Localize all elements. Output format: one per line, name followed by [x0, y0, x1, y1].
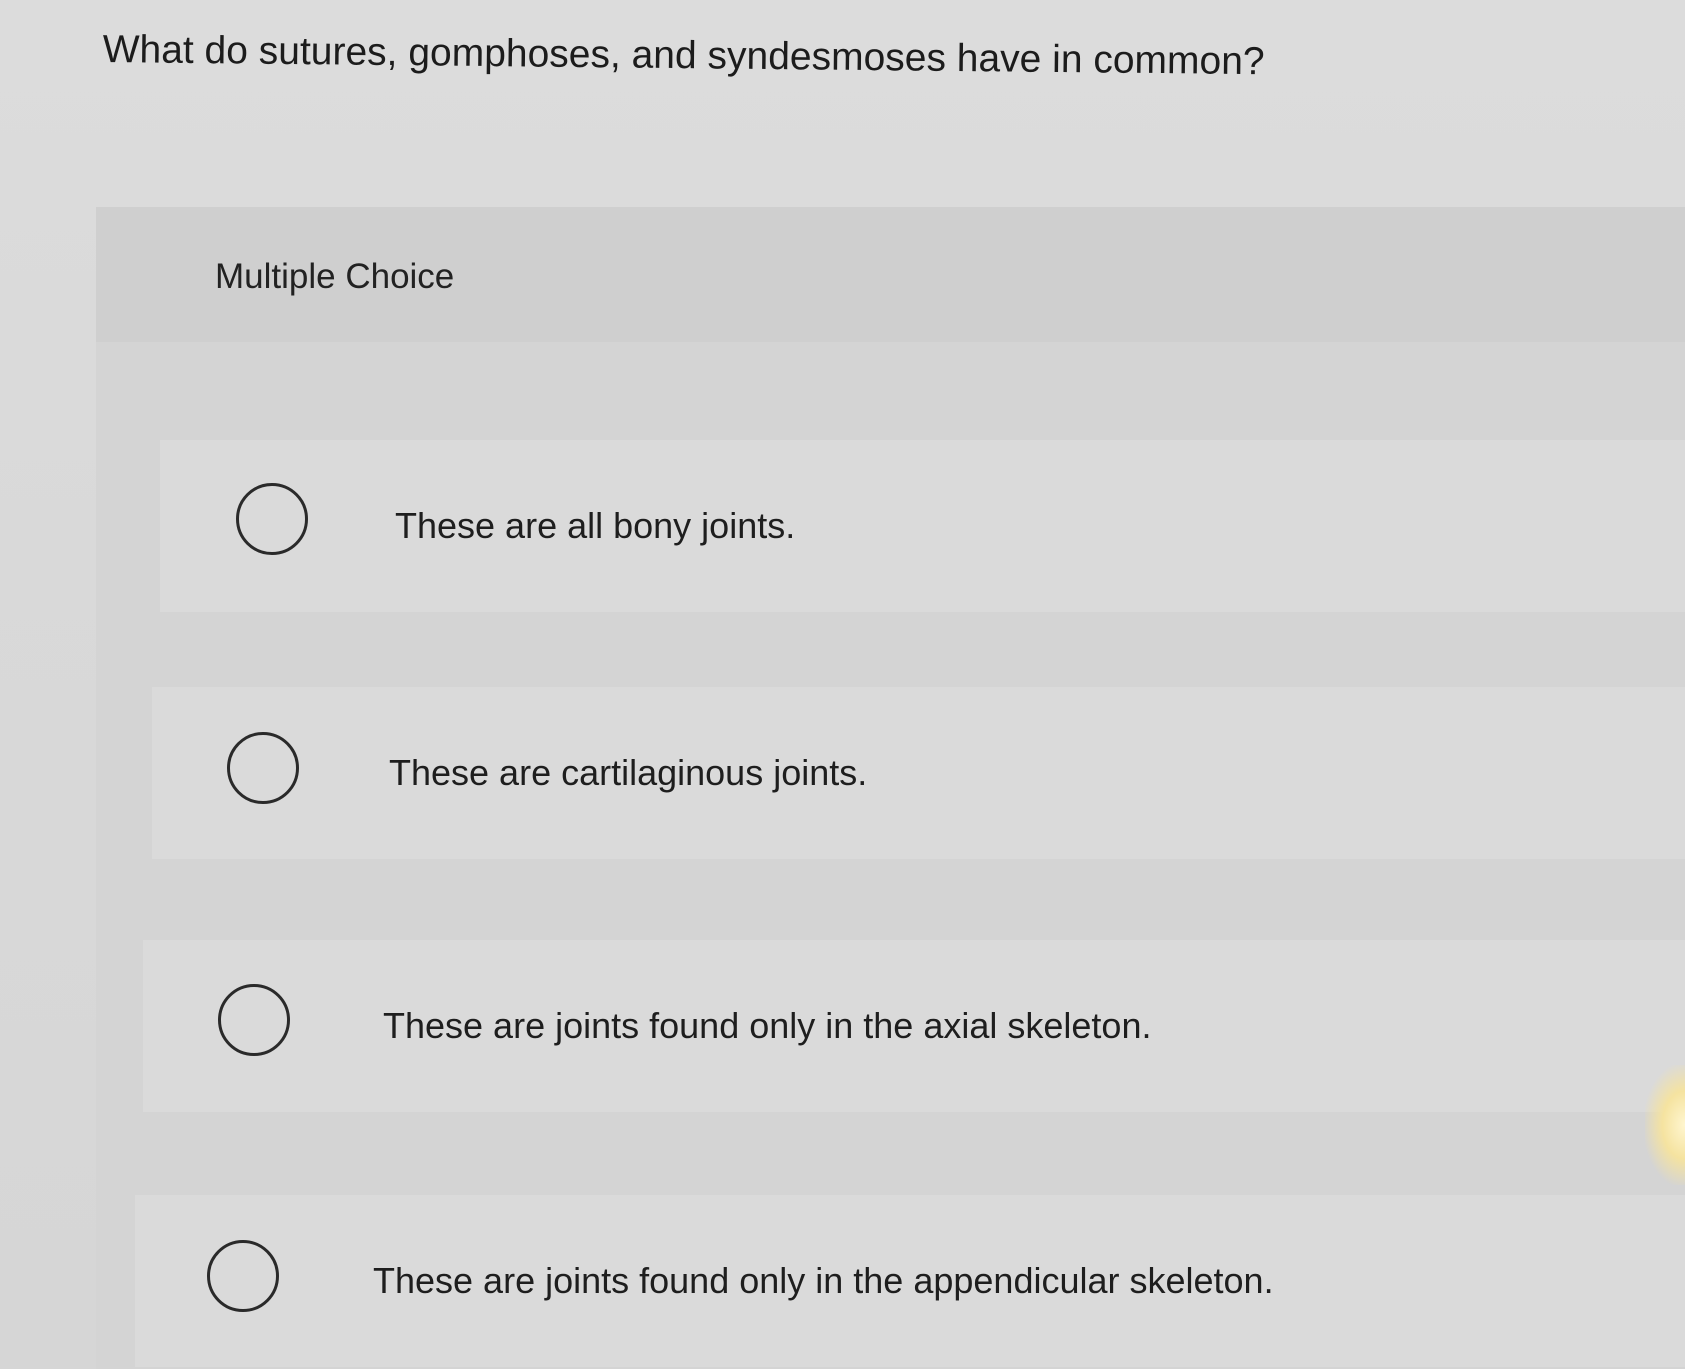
options-list: These are all bony joints. These are car… — [0, 0, 1685, 1369]
radio-button-4[interactable] — [207, 1240, 279, 1312]
quiz-screen: What do sutures, gomphoses, and syndesmo… — [0, 0, 1685, 1369]
radio-button-2[interactable] — [227, 732, 299, 804]
radio-button-3[interactable] — [218, 984, 290, 1056]
option-1-label: These are all bony joints. — [395, 505, 796, 546]
option-2[interactable]: These are cartilaginous joints. — [152, 687, 1685, 859]
option-3-label: These are joints found only in the axial… — [383, 1005, 1152, 1046]
option-4[interactable]: These are joints found only in the appen… — [135, 1195, 1685, 1367]
option-4-label: These are joints found only in the appen… — [373, 1260, 1274, 1301]
option-2-label: These are cartilaginous joints. — [389, 752, 868, 793]
screen-glare — [1645, 1065, 1685, 1185]
option-1[interactable]: These are all bony joints. — [160, 440, 1685, 612]
option-3[interactable]: These are joints found only in the axial… — [143, 940, 1685, 1112]
radio-button-1[interactable] — [236, 483, 308, 555]
